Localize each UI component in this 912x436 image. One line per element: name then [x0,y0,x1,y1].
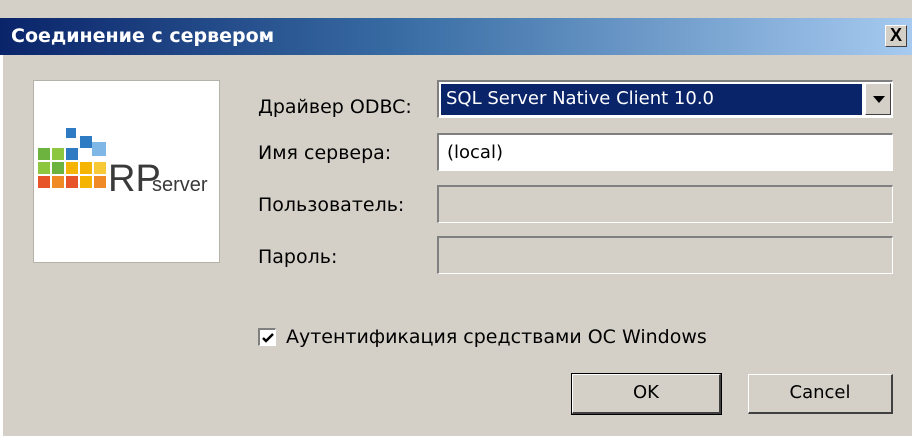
user-input[interactable] [439,187,892,222]
rpserver-logo: RP server [33,80,220,263]
chevron-down-icon [873,96,885,103]
driver-dropdown-button[interactable] [865,83,891,115]
ok-button-label: OK [633,382,659,403]
server-name-field[interactable] [437,133,893,171]
window-border [0,55,4,436]
windows-auth-label[interactable]: Аутентификация средствами ОС Windows [286,326,707,348]
password-label: Пароль: [258,246,338,268]
cube-cluster [38,128,106,188]
driver-select-value: SQL Server Native Client 10.0 [441,84,862,115]
windows-auth-checkbox[interactable] [258,328,276,346]
user-field[interactable] [437,185,893,223]
user-label: Пользователь: [258,194,405,216]
driver-label: Драйвер ODBC: [258,96,412,118]
cancel-button[interactable]: Cancel [748,374,893,414]
ok-button[interactable]: OK [571,373,722,415]
title-bar[interactable]: Соединение с сервером X [0,18,912,55]
close-button[interactable]: X [885,25,907,47]
driver-select[interactable]: SQL Server Native Client 10.0 [437,80,893,118]
checkmark-icon [262,333,274,343]
password-field[interactable] [437,236,893,274]
server-name-input[interactable] [439,135,892,170]
close-icon: X [889,25,902,45]
password-input[interactable] [439,238,892,273]
logo-text-server: server [152,174,208,196]
cancel-button-label: Cancel [789,382,851,403]
window-title: Соединение с сервером [11,25,275,47]
server-name-label: Имя сервера: [258,142,392,164]
dialog-window: Соединение с сервером X RP server Драйве… [0,0,912,436]
rpserver-logo-icon: RP server [38,128,208,200]
